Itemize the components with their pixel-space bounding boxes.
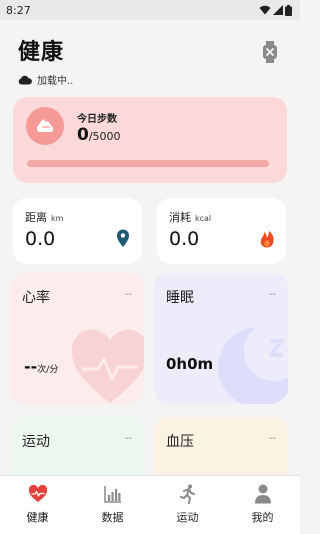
exercise-status: -- <box>124 433 132 444</box>
distance-value: 0.0 <box>25 228 56 250</box>
distance-label: 距离 <box>25 211 47 224</box>
watch-off-icon <box>263 41 277 63</box>
calories-card[interactable]: 消耗 kcal 0.0 <box>157 198 286 264</box>
page-header: 健康 加载中.. <box>18 34 73 87</box>
distance-label-row: 距离 km <box>25 209 63 225</box>
tab-health[interactable]: 健康 <box>0 476 75 534</box>
tab-data[interactable]: 数据 <box>75 476 150 534</box>
sync-status-text: 加载中.. <box>37 76 74 87</box>
watch-connect-button[interactable] <box>261 40 279 64</box>
blood-pressure-status: -- <box>268 433 276 444</box>
steps-progress-bar <box>27 160 269 167</box>
sleep-value: 0h0m <box>166 355 214 373</box>
tab-exercise-label: 运动 <box>176 511 199 524</box>
calories-label-row: 消耗 kcal <box>169 209 211 225</box>
steps-label: 今日步数 <box>77 114 117 125</box>
bar-chart-icon <box>103 486 121 503</box>
tab-health-label: 健康 <box>26 511 49 524</box>
status-bar: 8:27 <box>0 0 300 20</box>
user-icon <box>254 484 271 504</box>
calories-unit: kcal <box>195 214 212 223</box>
bottom-tab-bar: 健康 数据 运动 我的 <box>0 475 300 534</box>
exercise-title: 运动 <box>22 434 50 450</box>
status-time: 8:27 <box>6 3 31 17</box>
battery-icon <box>285 4 292 16</box>
steps-card[interactable] <box>13 97 287 183</box>
heart-icon <box>28 485 47 502</box>
calories-value: 0.0 <box>169 228 200 250</box>
sleep-tile[interactable]: 睡眠 -- 0h0m <box>154 273 288 404</box>
heart-rate-tile[interactable]: 心率 -- --次/分 <box>10 273 144 404</box>
tab-profile[interactable]: 我的 <box>225 476 300 534</box>
calories-label: 消耗 <box>169 211 191 224</box>
steps-value-row: 0/5000 <box>77 125 121 145</box>
location-pin-icon <box>117 229 129 247</box>
steps-goal: /5000 <box>88 130 121 143</box>
moon-zzz-icon <box>218 325 288 404</box>
sleep-status: -- <box>268 289 276 300</box>
status-icons <box>259 4 292 16</box>
heart-rate-value: -- <box>24 357 38 376</box>
blood-pressure-title: 血压 <box>166 434 194 450</box>
sync-status: 加载中.. <box>18 72 73 87</box>
steps-value: 0 <box>77 125 89 145</box>
tab-data-label: 数据 <box>101 511 124 524</box>
heart-rate-value-row: --次/分 <box>24 357 58 376</box>
shoe-icon <box>37 119 54 132</box>
flame-icon <box>260 231 274 248</box>
running-icon <box>179 484 195 504</box>
wifi-icon <box>259 5 271 15</box>
heart-pulse-icon <box>71 329 144 403</box>
heart-rate-unit: 次/分 <box>37 365 59 375</box>
tab-profile-label: 我的 <box>251 511 274 524</box>
steps-icon-badge <box>26 107 64 145</box>
sleep-title: 睡眠 <box>166 290 194 306</box>
cloud-icon <box>18 75 32 84</box>
cellular-signal-icon <box>273 5 283 15</box>
page-title: 健康 <box>18 40 65 65</box>
heart-rate-status: -- <box>124 289 132 300</box>
tab-exercise[interactable]: 运动 <box>150 476 225 534</box>
distance-card[interactable]: 距离 km 0.0 <box>13 198 142 264</box>
distance-unit: km <box>51 214 64 223</box>
heart-rate-title: 心率 <box>22 290 50 306</box>
